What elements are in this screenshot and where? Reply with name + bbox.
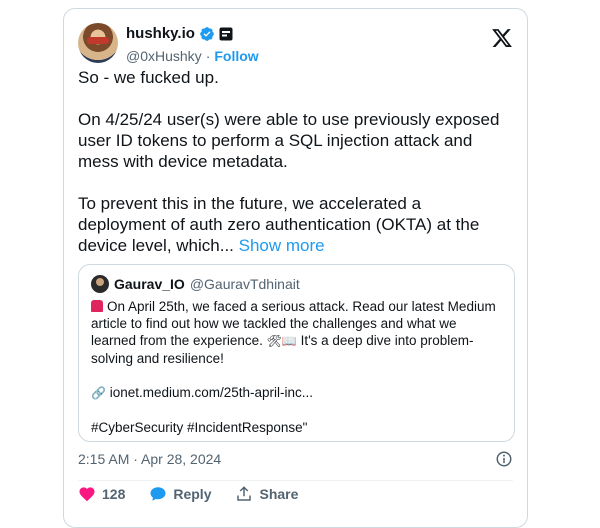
avatar-glasses — [87, 37, 109, 44]
quoted-author-handle: @GauravTdhinait — [189, 276, 300, 292]
author-handle[interactable]: @0xHushky — [126, 48, 202, 64]
author-handle-row: @0xHushky · Follow — [126, 48, 259, 64]
tweet-body: So - we fucked up. On 4/25/24 user(s) we… — [78, 67, 513, 277]
tweet-actions: 128 Reply Share — [78, 485, 322, 503]
like-button[interactable]: 128 — [78, 485, 125, 503]
tweet-card: hushky.io @0xHushky · Follow So - we fuc… — [63, 8, 528, 528]
quoted-tweet-header: Gaurav_IO @GauravTdhinait — [91, 275, 300, 293]
tools-book-emoji-icon: 🛠📖 — [266, 334, 297, 348]
quoted-paragraph-1: On April 25th, we faced a serious attack… — [91, 298, 502, 367]
like-count: 128 — [102, 486, 126, 502]
heart-icon — [79, 487, 95, 502]
follow-button[interactable]: Follow — [214, 48, 258, 64]
info-icon[interactable] — [495, 450, 513, 468]
actions-divider — [78, 480, 513, 481]
siren-emoji-icon — [91, 300, 103, 312]
tweet-paragraph-2: On 4/25/24 user(s) were able to use prev… — [78, 110, 500, 171]
quoted-tweet[interactable]: Gaurav_IO @GauravTdhinait On April 25th,… — [78, 264, 515, 442]
separator-dot: · — [205, 48, 211, 64]
quoted-author-avatar — [91, 275, 109, 293]
quoted-author-name: Gaurav_IO — [114, 276, 185, 292]
quoted-link-line: 🔗 ionet.medium.com/25th-april-inc... — [91, 384, 502, 402]
tweet-header: hushky.io @0xHushky · Follow — [78, 19, 513, 67]
tweet-timestamp[interactable]: 2:15 AM · Apr 28, 2024 — [78, 451, 221, 467]
tweet-paragraph-1: So - we fucked up. — [78, 68, 219, 87]
share-button[interactable]: Share — [235, 485, 298, 503]
share-icon — [237, 486, 252, 501]
quoted-tweet-body: On April 25th, we faced a serious attack… — [91, 298, 502, 453]
reply-button[interactable]: Reply — [149, 485, 211, 503]
verified-badge-icon — [200, 26, 214, 41]
speech-bubble-icon — [150, 487, 166, 501]
author-name-row: hushky.io — [126, 25, 233, 42]
tweet-paragraph-3: To prevent this in the future, we accele… — [78, 193, 513, 256]
quoted-hashtags: #CyberSecurity #IncidentResponse" — [91, 420, 308, 435]
business-badge-icon — [219, 27, 233, 40]
share-label: Share — [259, 486, 299, 502]
author-avatar[interactable] — [78, 23, 118, 63]
quoted-link[interactable]: ionet.medium.com/25th-april-inc... — [110, 385, 313, 400]
show-more-link[interactable]: Show more — [239, 236, 325, 255]
reply-label: Reply — [173, 486, 212, 502]
x-logo-icon[interactable] — [491, 27, 513, 49]
author-name[interactable]: hushky.io — [126, 25, 195, 42]
link-emoji-icon: 🔗 — [91, 386, 106, 400]
